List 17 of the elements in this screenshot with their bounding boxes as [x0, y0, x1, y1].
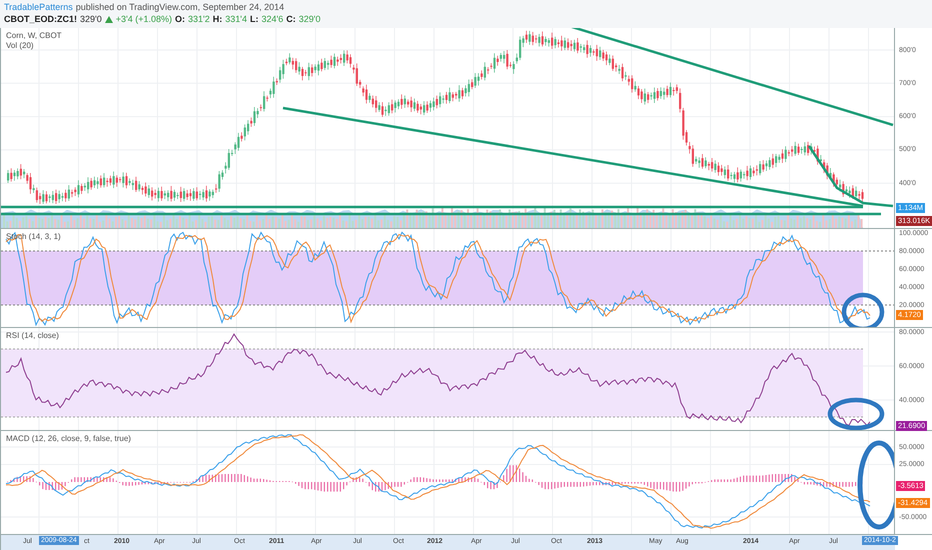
pane-title: Corn, W, CBOT	[6, 31, 62, 40]
ohlc-label: L:	[250, 14, 259, 24]
last-price: 329'0	[80, 14, 102, 24]
pane-title: Vol (20)	[6, 41, 35, 50]
ohlc-value: 329'0	[298, 14, 321, 24]
published-text: published on TradingView.com, September 24, 2014	[76, 2, 284, 12]
pane-title: MACD (12, 26, close, 9, false, true)	[6, 434, 131, 443]
ohlc-value: 324'6	[262, 14, 284, 24]
symbol-label: CBOT_EOD:ZC1!	[4, 14, 78, 24]
publisher-link[interactable]: TradablePatterns	[4, 2, 73, 12]
pane-title: RSI (14, close)	[6, 331, 59, 340]
ohlc-value: 331'4	[225, 14, 248, 24]
ohlc-label: C:	[286, 14, 296, 24]
price-change: +3'4 (+1.08%)	[116, 14, 172, 24]
ohlc-label: O:	[175, 14, 186, 24]
ohlc-label: H:	[212, 14, 222, 24]
ohlc-value: 331'2	[188, 14, 210, 24]
